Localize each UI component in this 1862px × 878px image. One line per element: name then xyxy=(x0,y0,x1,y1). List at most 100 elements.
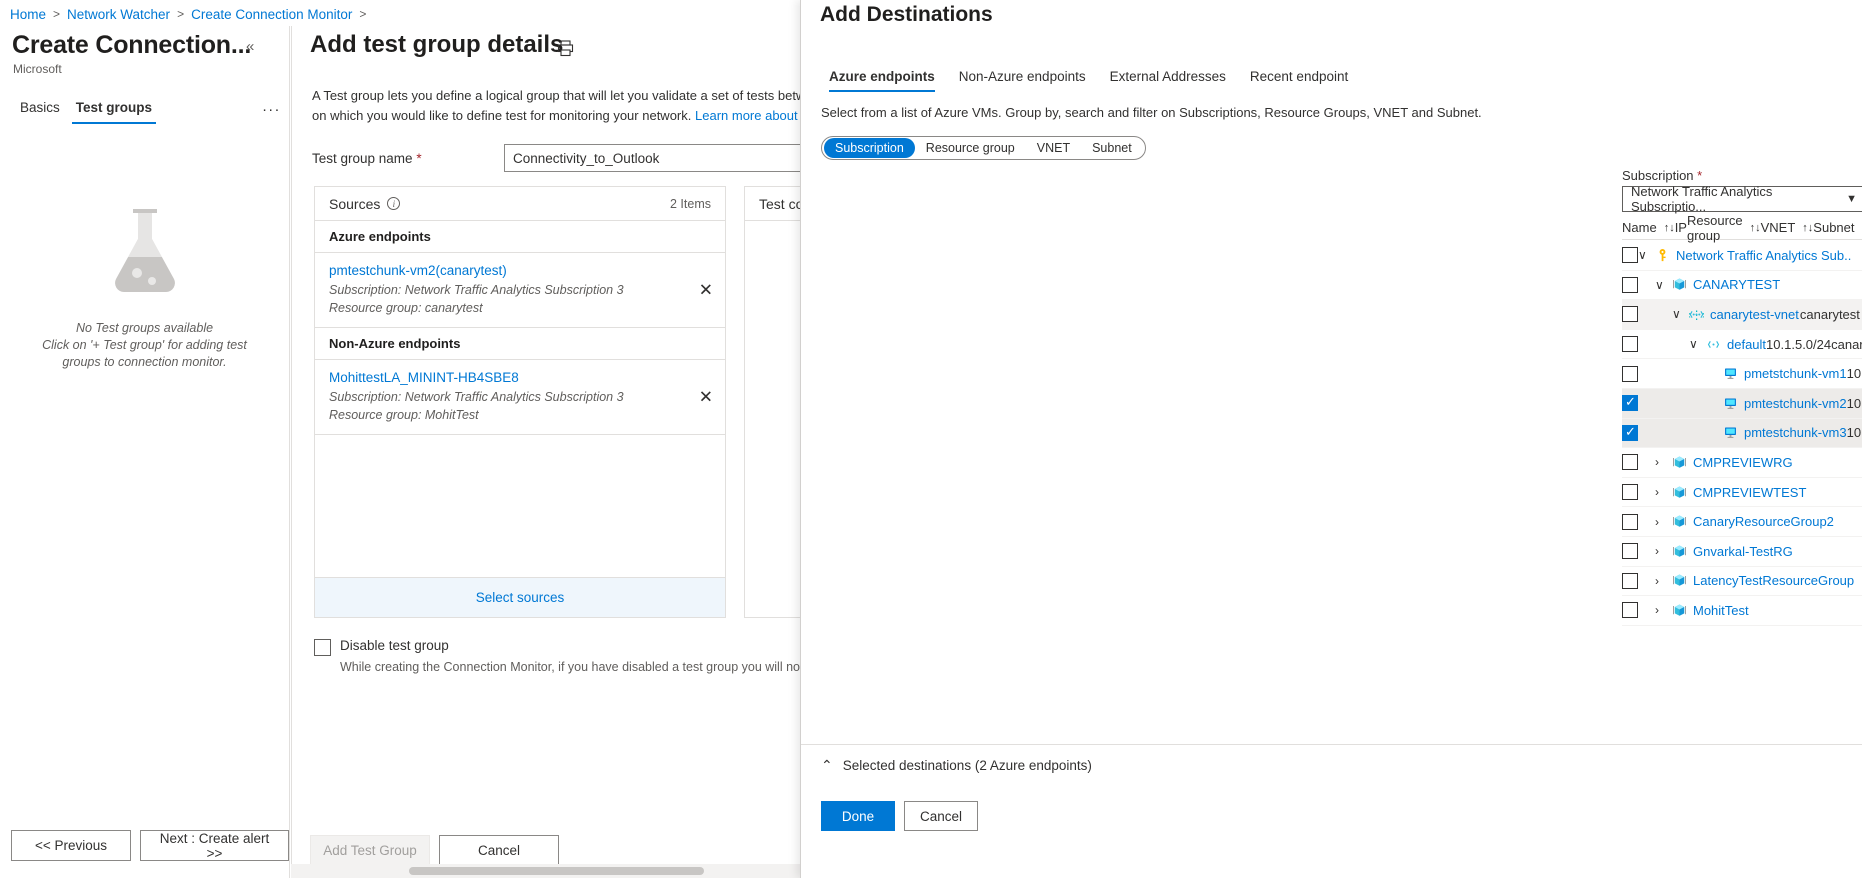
column-header-ip[interactable]: IP xyxy=(1675,220,1687,235)
tab-overflow-button[interactable]: ... xyxy=(262,98,281,124)
row-name-link[interactable]: pmetstchunk-vm1 xyxy=(1744,366,1847,381)
chevron-right-icon[interactable]: › xyxy=(1655,544,1666,558)
sort-icon: ↑↓ xyxy=(1664,222,1675,234)
row-name-link[interactable]: Gnvarkal-TestRG xyxy=(1693,544,1793,559)
row-name-link[interactable]: pmtestchunk-vm2 xyxy=(1744,396,1847,411)
cell-name: › CanaryResourceGroup2 xyxy=(1638,514,1834,529)
column-header-vnet[interactable]: VNET ↑↓ xyxy=(1761,220,1814,235)
breadcrumb-item-create-connection-monitor[interactable]: Create Connection Monitor xyxy=(191,7,352,22)
row-checkbox[interactable] xyxy=(1622,484,1638,500)
row-checkbox[interactable] xyxy=(1622,395,1638,411)
select-sources-button[interactable]: Select sources xyxy=(315,577,725,617)
table-row[interactable]: pmetstchunk-vm110.1.5.4CANARYTESTcanaryt… xyxy=(1622,359,1862,389)
row-name-link[interactable]: LatencyTestResourceGroup xyxy=(1693,573,1854,588)
printer-icon[interactable] xyxy=(557,40,574,57)
chevron-right-icon[interactable]: › xyxy=(1655,574,1666,588)
table-row[interactable]: ∨‹⋮›canarytest-vnetcanarytest xyxy=(1622,300,1862,330)
table-row[interactable]: pmtestchunk-vm210.1.5.5canarytestcanaryt… xyxy=(1622,389,1862,419)
chevron-up-icon[interactable]: ⌃ xyxy=(821,757,833,774)
pivot-resource-group[interactable]: Resource group xyxy=(915,138,1026,158)
column-header-resource-group[interactable]: Resource group ↑↓ xyxy=(1687,213,1761,243)
endpoint-name[interactable]: pmtestchunk-vm2(canarytest) xyxy=(329,261,681,281)
table-row[interactable]: ∨ Network Traffic Analytics Sub.. xyxy=(1622,241,1862,271)
scrollbar-thumb[interactable] xyxy=(409,867,704,875)
breadcrumb-item-home[interactable]: Home xyxy=(10,7,46,22)
create-connection-monitor-blade: Create Connection... « Microsoft Basics … xyxy=(0,26,290,878)
breadcrumb-item-network-watcher[interactable]: Network Watcher xyxy=(67,7,170,22)
row-checkbox[interactable] xyxy=(1622,514,1638,530)
cell-resource-group: canarytest xyxy=(1831,337,1862,352)
close-icon[interactable]: ✕ xyxy=(699,282,713,299)
context-cancel-button[interactable]: Cancel xyxy=(904,801,978,831)
pivot-subscription[interactable]: Subscription xyxy=(824,138,915,158)
chevron-right-icon[interactable]: › xyxy=(1655,455,1666,469)
row-name-link[interactable]: CMPREVIEWTEST xyxy=(1693,485,1806,500)
table-row[interactable]: › MohitTest xyxy=(1622,596,1862,626)
subscription-dropdown[interactable]: Network Traffic Analytics Subscriptio...… xyxy=(1622,186,1862,212)
row-checkbox[interactable] xyxy=(1622,543,1638,559)
endpoint-resource-group: Resource group: canarytest xyxy=(329,299,681,317)
info-icon[interactable]: i xyxy=(387,197,400,210)
tab-basics[interactable]: Basics xyxy=(12,100,68,124)
row-checkbox[interactable] xyxy=(1622,425,1638,441)
row-checkbox[interactable] xyxy=(1622,277,1638,293)
column-header-subnet[interactable]: Subnet ↑↓ xyxy=(1813,220,1862,235)
cancel-button[interactable]: Cancel xyxy=(439,835,559,866)
row-name-link[interactable]: CMPREVIEWRG xyxy=(1693,455,1793,470)
row-checkbox[interactable] xyxy=(1622,573,1638,589)
done-button[interactable]: Done xyxy=(821,801,895,831)
table-row[interactable]: › CMPREVIEWTEST xyxy=(1622,478,1862,508)
row-checkbox[interactable] xyxy=(1622,602,1638,618)
table-row[interactable]: ∨default10.1.5.0/24canarytestcanarytest-… xyxy=(1622,330,1862,360)
destinations-table[interactable]: ∨ Network Traffic Analytics Sub.. ∨ CANARYT… xyxy=(1622,241,1862,670)
list-item[interactable]: MohittestLA_MININT-HB4SBE8 Subscription:… xyxy=(315,360,725,435)
row-checkbox[interactable] xyxy=(1622,306,1638,322)
add-test-group-button[interactable]: Add Test Group xyxy=(310,835,430,866)
chevron-down-icon[interactable]: ∨ xyxy=(1638,248,1649,262)
row-checkbox[interactable] xyxy=(1622,336,1638,352)
disable-test-group-checkbox[interactable] xyxy=(314,639,331,656)
row-name-link[interactable]: CanaryResourceGroup2 xyxy=(1693,514,1834,529)
row-name-link[interactable]: CANARYTEST xyxy=(1693,277,1780,292)
chevron-double-left-icon[interactable]: « xyxy=(246,38,254,55)
table-row[interactable]: › CMPREVIEWRG xyxy=(1622,448,1862,478)
row-name-link[interactable]: Network Traffic Analytics Sub.. xyxy=(1676,248,1851,263)
vnet-icon: ‹⋮› xyxy=(1689,307,1704,322)
table-row[interactable]: pmtestchunk-vm310.1.5.6canarytestcanaryt… xyxy=(1622,419,1862,449)
tab-azure-endpoints[interactable]: Azure endpoints xyxy=(820,69,947,92)
chevron-right-icon[interactable]: › xyxy=(1655,603,1666,617)
row-checkbox[interactable] xyxy=(1622,454,1638,470)
row-name-link[interactable]: canarytest-vnet xyxy=(1710,307,1799,322)
required-asterisk: * xyxy=(416,151,421,166)
close-icon[interactable]: ✕ xyxy=(699,389,713,406)
chevron-down-icon[interactable]: ∨ xyxy=(1655,278,1666,292)
tab-non-azure-endpoints[interactable]: Non-Azure endpoints xyxy=(947,69,1098,92)
breadcrumb: Home > Network Watcher > Create Connecti… xyxy=(10,3,373,25)
selected-destinations-bar[interactable]: ⌃ Selected destinations (2 Azure endpoin… xyxy=(801,744,1862,786)
pivot-subnet[interactable]: Subnet xyxy=(1081,138,1143,158)
row-checkbox[interactable] xyxy=(1622,366,1638,382)
table-row[interactable]: › CanaryResourceGroup2 xyxy=(1622,507,1862,537)
row-name-link[interactable]: pmtestchunk-vm3 xyxy=(1744,425,1847,440)
cell-name: › LatencyTestResourceGroup xyxy=(1638,573,1854,588)
tab-test-groups[interactable]: Test groups xyxy=(68,100,160,124)
tab-recent-endpoint[interactable]: Recent endpoint xyxy=(1238,69,1360,92)
tab-external-addresses[interactable]: External Addresses xyxy=(1098,69,1238,92)
previous-button[interactable]: << Previous xyxy=(11,830,131,861)
table-row[interactable]: ∨ CANARYTEST xyxy=(1622,271,1862,301)
next-create-alert-button[interactable]: Next : Create alert >> xyxy=(140,830,289,861)
row-checkbox[interactable] xyxy=(1622,247,1638,263)
row-name-link[interactable]: MohitTest xyxy=(1693,603,1749,618)
list-item[interactable]: pmtestchunk-vm2(canarytest) Subscription… xyxy=(315,253,725,328)
endpoint-name[interactable]: MohittestLA_MININT-HB4SBE8 xyxy=(329,368,681,388)
column-header-name[interactable]: Name ↑↓ xyxy=(1622,220,1675,235)
chevron-down-icon[interactable]: ∨ xyxy=(1672,307,1683,321)
pivot-vnet[interactable]: VNET xyxy=(1026,138,1081,158)
row-name-link[interactable]: default xyxy=(1727,337,1766,352)
chevron-right-icon[interactable]: › xyxy=(1655,515,1666,529)
description-line2: on which you would like to define test f… xyxy=(312,108,691,123)
chevron-down-icon[interactable]: ∨ xyxy=(1689,337,1700,351)
chevron-right-icon[interactable]: › xyxy=(1655,485,1666,499)
table-row[interactable]: › LatencyTestResourceGroup xyxy=(1622,567,1862,597)
table-row[interactable]: › Gnvarkal-TestRG xyxy=(1622,537,1862,567)
